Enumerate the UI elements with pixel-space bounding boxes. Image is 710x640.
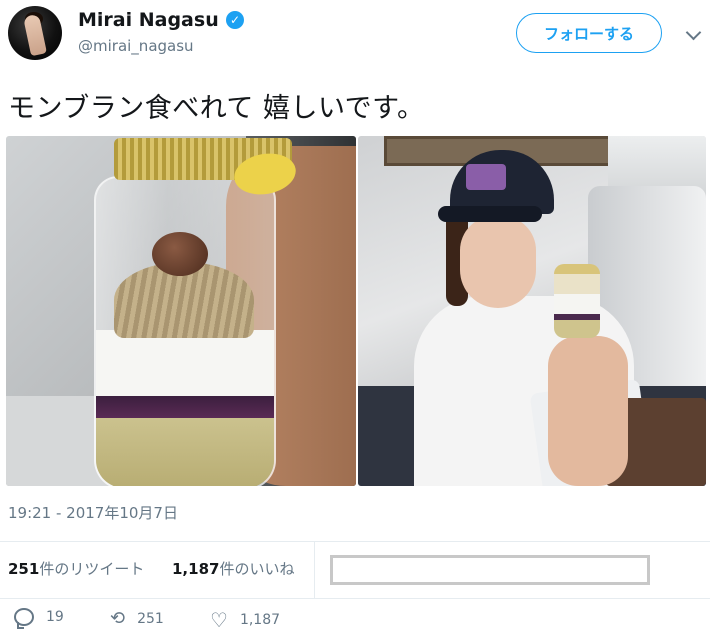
like-button[interactable]: ♡ 1,187 bbox=[210, 608, 280, 632]
like-count: 1,187 bbox=[239, 612, 281, 628]
tweet-text: モンブラン食べれて 嬉しいです。 bbox=[8, 93, 425, 124]
reply-count: 19 bbox=[46, 609, 64, 625]
like-stat-label: 件のいいね bbox=[219, 560, 295, 578]
dessert-jar bbox=[94, 176, 276, 486]
pudding-layer bbox=[96, 418, 274, 486]
reply-icon bbox=[14, 608, 34, 629]
heart-icon: ♡ bbox=[210, 608, 228, 632]
cap-logo bbox=[466, 164, 506, 190]
tweet-header: Mirai Nagasu ✓ @mirai_nagasu フォローする bbox=[0, 0, 710, 72]
stat-separator bbox=[314, 542, 315, 598]
like-stat-count: 1,187 bbox=[172, 560, 220, 578]
retweet-stat-label: 件のリツイート bbox=[39, 560, 145, 578]
chestnut-topping bbox=[152, 232, 208, 276]
photo-woman-with-jar[interactable] bbox=[358, 136, 706, 486]
berry-layer bbox=[96, 396, 274, 418]
cap-brim bbox=[438, 206, 542, 222]
divider bbox=[0, 598, 710, 599]
face bbox=[460, 216, 536, 308]
retweet-stat[interactable]: 251件のリツイート bbox=[8, 558, 144, 579]
display-name[interactable]: Mirai Nagasu bbox=[78, 9, 219, 31]
verified-badge-icon: ✓ bbox=[226, 11, 244, 29]
arm bbox=[548, 336, 628, 486]
avatar[interactable] bbox=[8, 6, 62, 60]
tweet-stats: 251件のリツイート 1,187件のいいね bbox=[0, 542, 710, 598]
dessert-jar-small bbox=[554, 264, 600, 338]
like-stat[interactable]: 1,187件のいいね bbox=[172, 558, 294, 579]
cream-layer bbox=[96, 330, 274, 396]
photo-montblanc-jar[interactable] bbox=[6, 136, 356, 486]
retweet-count: 251 bbox=[137, 610, 164, 627]
retweet-button[interactable]: ⟲ 251 bbox=[110, 608, 164, 629]
reply-button[interactable]: 19 bbox=[14, 608, 64, 629]
follow-button[interactable]: フォローする bbox=[516, 13, 662, 53]
retweet-stat-count: 251 bbox=[8, 560, 40, 578]
tweet-timestamp[interactable]: 19:21 - 2017年10月7日 bbox=[8, 502, 178, 523]
liker-avatars[interactable] bbox=[330, 555, 650, 585]
retweet-icon: ⟲ bbox=[110, 608, 126, 629]
chevron-down-icon[interactable] bbox=[685, 24, 702, 41]
avatar-figure bbox=[23, 13, 47, 57]
tweet-actions: 19 ⟲ 251 ♡ 1,187 bbox=[0, 604, 710, 640]
user-handle[interactable]: @mirai_nagasu bbox=[78, 37, 194, 55]
